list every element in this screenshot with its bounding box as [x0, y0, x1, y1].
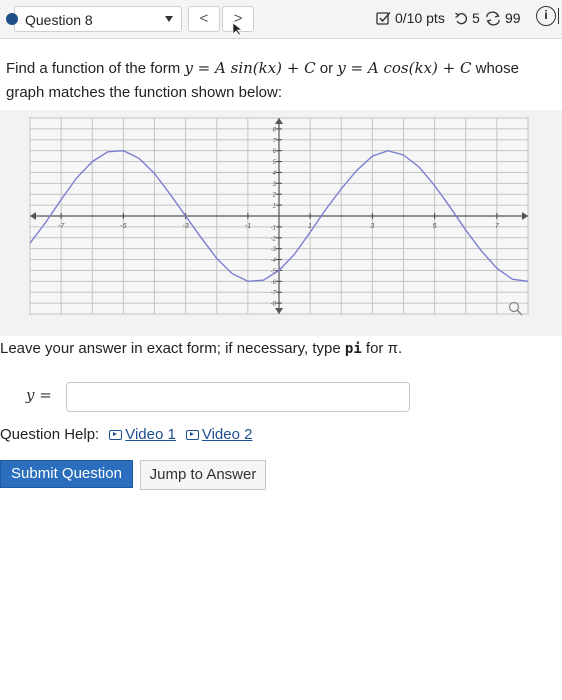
undo-arrow-icon	[455, 12, 467, 24]
tries-text: 5	[472, 10, 480, 26]
y-tick-label: -6	[271, 280, 277, 286]
mouse-cursor-icon	[232, 22, 244, 36]
prompt-text-1: Find a function of the form	[6, 60, 185, 77]
x-tick-label: -1	[245, 223, 251, 230]
question-help: Question Help: Video 1 Video 2	[0, 426, 252, 443]
retries-indicator: 99	[484, 10, 521, 26]
video-icon	[185, 429, 199, 440]
question-label: Question 8	[25, 12, 93, 28]
pi-code-text: pi	[344, 341, 362, 357]
answer-instructions: Leave your answer in exact form; if nece…	[0, 340, 402, 357]
retry-cycle-icon	[486, 10, 500, 26]
x-tick-label: 5	[433, 223, 437, 230]
retries-text: 99	[505, 10, 521, 26]
question-status-dot-icon	[6, 13, 18, 25]
question-help-label: Question Help:	[0, 426, 100, 443]
points-text: 0/10 pts	[395, 10, 445, 26]
y-tick-label: -8	[271, 302, 277, 308]
video-2-label: Video 2	[201, 426, 253, 443]
info-icon[interactable]: i	[536, 6, 556, 26]
y-tick-label: 2	[272, 193, 277, 199]
video-1-link[interactable]: Video 1	[109, 426, 176, 443]
x-tick-label: 3	[370, 223, 374, 230]
x-tick-label: -5	[120, 223, 126, 230]
graph-area: -7 -5 -3 -1 1 3 5 7 8 7 6 5 4 3 2 1 -1 -2 -3 -4 -5 -6 -7 -8	[0, 110, 562, 336]
question-toolbar: Question 8 < > 0/10 pts 5 99 i	[0, 0, 562, 39]
equation-cosine-form: y = A cos(kx) + C	[337, 59, 472, 77]
prompt-text-2: or	[315, 60, 338, 77]
score-checkbox-icon	[376, 11, 391, 25]
answer-input[interactable]	[66, 382, 410, 412]
points-indicator: 0/10 pts	[376, 10, 445, 26]
tries-indicator: 5	[454, 10, 480, 26]
submit-question-button[interactable]: Submit Question	[0, 460, 133, 488]
x-tick-label: -3	[183, 223, 189, 230]
y-tick-label: -3	[271, 247, 277, 253]
x-tick-label: -7	[58, 223, 65, 230]
question-select[interactable]: Question 8	[14, 6, 182, 32]
clipped-edge-icon	[558, 8, 562, 24]
function-graph: -7 -5 -3 -1 1 3 5 787654321-1-2-3-4-5-6-7-8	[29, 117, 529, 316]
instruction-text-1: Leave your answer in exact form; if nece…	[0, 340, 345, 357]
video-icon	[109, 429, 123, 440]
answer-label: y =	[26, 386, 52, 404]
previous-question-button[interactable]: <	[188, 6, 220, 32]
instruction-text-2: for π.	[361, 340, 403, 357]
caret-down-icon	[165, 16, 173, 22]
y-tick-label: -1	[271, 225, 276, 231]
y-tick-label: 1	[273, 204, 276, 210]
question-prompt: Find a function of the form y = A sin(kx…	[6, 56, 558, 105]
equation-sine-form: y = A sin(kx) + C	[184, 59, 316, 77]
jump-to-answer-button[interactable]: Jump to Answer	[140, 460, 266, 490]
video-1-label: Video 1	[125, 426, 176, 443]
y-tick-label: -7	[271, 291, 277, 297]
y-tick-label: -2	[271, 236, 277, 242]
y-tick-label: -4	[271, 258, 277, 264]
video-2-link[interactable]: Video 2	[185, 426, 253, 443]
